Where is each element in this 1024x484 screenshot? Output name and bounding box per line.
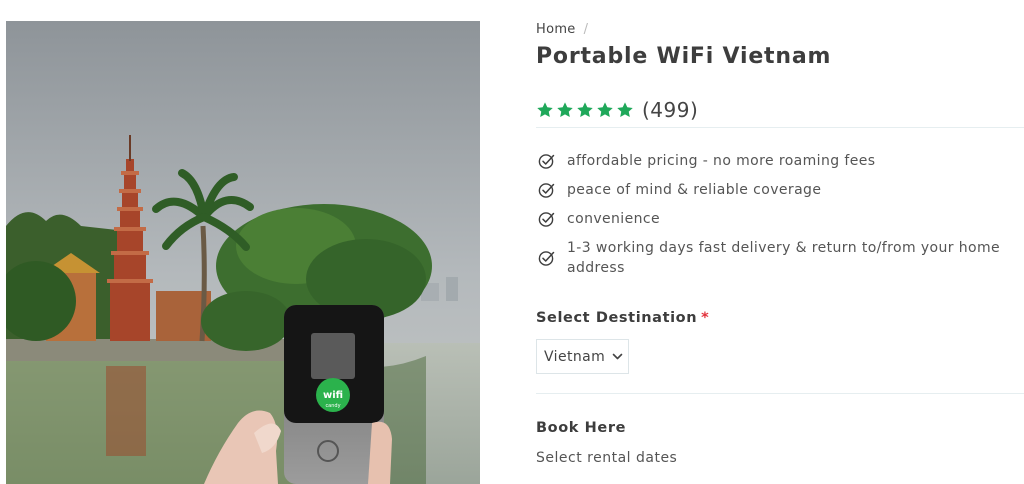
destination-label-text: Select Destination xyxy=(536,310,698,326)
rating-stars xyxy=(536,101,634,119)
divider xyxy=(536,127,1024,128)
divider xyxy=(536,393,1024,394)
check-circle-icon xyxy=(538,212,555,227)
product-title: Portable WiFi Vietnam xyxy=(536,44,832,69)
product-image: wifi candy xyxy=(6,21,480,484)
benefit-text: 1-3 working days fast delivery & return … xyxy=(567,240,1001,276)
svg-text:candy: candy xyxy=(325,403,340,409)
destination-label: Select Destination * xyxy=(536,310,709,326)
star-icon xyxy=(537,102,553,118)
required-asterisk: * xyxy=(701,310,710,326)
star-icon xyxy=(577,102,593,118)
chevron-down-icon xyxy=(612,353,623,360)
benefit-text: peace of mind & reliable coverage xyxy=(567,182,822,198)
svg-text:wifi: wifi xyxy=(323,390,343,401)
star-icon xyxy=(617,102,633,118)
star-icon xyxy=(597,102,613,118)
rating-count[interactable]: (499) xyxy=(642,98,698,122)
benefit-item: peace of mind & reliable coverage xyxy=(536,180,1006,200)
breadcrumb-home-link[interactable]: Home xyxy=(536,22,576,37)
breadcrumb: Home / xyxy=(536,22,588,37)
product-rating[interactable]: (499) xyxy=(536,98,698,122)
product-info: Home / Portable WiFi Vietnam (499) afford… xyxy=(536,0,1024,484)
benefit-item: affordable pricing - no more roaming fee… xyxy=(536,151,1006,171)
benefit-item: 1-3 working days fast delivery & return … xyxy=(536,238,1006,278)
destination-selected-value: Vietnam xyxy=(544,348,606,365)
check-circle-icon xyxy=(538,183,555,198)
benefit-text: affordable pricing - no more roaming fee… xyxy=(567,153,876,169)
booking-title: Book Here xyxy=(536,420,627,436)
check-circle-icon xyxy=(538,154,555,169)
star-icon xyxy=(557,102,573,118)
destination-select[interactable]: Vietnam xyxy=(536,339,629,374)
check-circle-icon xyxy=(538,251,555,266)
breadcrumb-separator: / xyxy=(583,22,589,37)
benefit-item: convenience xyxy=(536,209,1006,229)
benefits-list: affordable pricing - no more roaming fee… xyxy=(536,151,1006,278)
benefit-text: convenience xyxy=(567,211,660,227)
rental-dates-prompt[interactable]: Select rental dates xyxy=(536,450,677,466)
